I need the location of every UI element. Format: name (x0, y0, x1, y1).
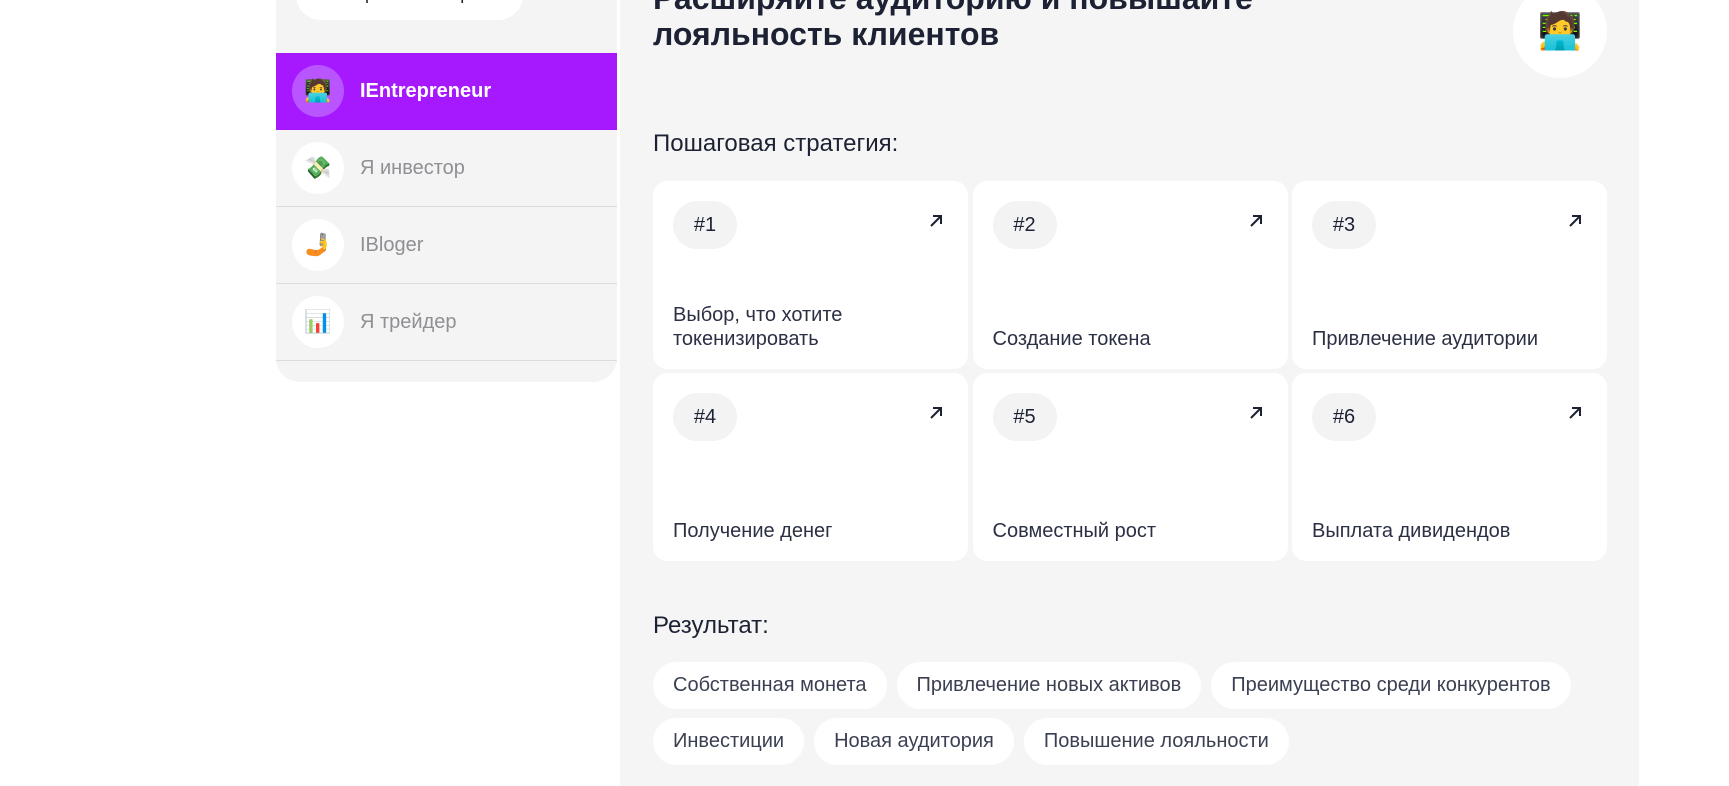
step-card-6[interactable]: #6 Выплата дивидендов (1292, 373, 1607, 561)
result-tag: Привлечение новых активов (896, 662, 1202, 709)
chart-icon: 📊 (292, 296, 344, 348)
step-text: Выбор, что хотите токенизировать (673, 304, 843, 350)
money-icon: 💸 (292, 142, 344, 194)
category-item-blogger[interactable]: 🤳 IBloger (276, 207, 617, 284)
category-list: 🧑‍💻 IEntrepreneur 💸 Я инвестор 🤳 IBloger… (276, 53, 617, 361)
category-item-investor[interactable]: 💸 Я инвестор (276, 130, 617, 207)
result-tags: Собственная монета Привлечение новых акт… (653, 662, 1613, 765)
result-tag: Инвестиции (653, 718, 805, 765)
arrow-up-right-icon (1249, 215, 1262, 227)
arrow-up-right-icon (1569, 407, 1581, 419)
step-number: #2 (992, 201, 1057, 249)
result-tag: Собственная монета (653, 662, 887, 709)
step-number: #4 (673, 393, 737, 441)
entrepreneur-avatar-icon: 🧑‍💻 (1513, 0, 1607, 78)
category-label: IEntrepreneur (360, 79, 492, 102)
step-card-5[interactable]: #5 Совместный рост (972, 373, 1288, 561)
page-title: Расширяйте аудиторию и повышайте лояльно… (653, 0, 1253, 52)
category-item-entrepreneur[interactable]: 🧑‍💻 IEntrepreneur (276, 53, 617, 130)
step-number: #6 (1312, 393, 1376, 441)
category-label: Я трейдер (360, 310, 457, 333)
step-text: Создание токена (992, 328, 1151, 350)
category-label: Я инвестор (360, 156, 465, 179)
category-sidebar: Выберите категорию: 🧑‍💻 IEntrepreneur 💸 … (276, 0, 617, 382)
arrow-up-right-icon (930, 407, 942, 419)
result-tag: Преимущество среди конкурентов (1211, 662, 1571, 709)
step-number: #3 (1312, 201, 1376, 249)
step-card-4[interactable]: #4 Получение денег (653, 373, 968, 561)
result-tag: Новая аудитория (814, 718, 1014, 765)
step-text: Совместный рост (992, 520, 1157, 542)
step-number: #5 (992, 393, 1057, 441)
step-text: Привлечение аудитории (1312, 328, 1539, 350)
strategy-steps: #1 Выбор, что хотите токенизировать #2 С… (653, 181, 1607, 561)
step-card-2[interactable]: #2 Создание токена (972, 181, 1288, 369)
result-heading: Результат: (653, 612, 769, 639)
main-panel: Расширяйте аудиторию и повышайте лояльно… (620, 0, 1639, 786)
select-category-label: Выберите категорию: (296, 0, 523, 20)
arrow-up-right-icon (1249, 407, 1262, 419)
category-label: IBloger (360, 233, 424, 256)
entrepreneur-icon: 🧑‍💻 (292, 65, 344, 117)
arrow-up-right-icon (1569, 215, 1581, 227)
result-tag: Повышение лояльности (1023, 718, 1289, 765)
step-text: Получение денег (673, 520, 833, 542)
step-card-1[interactable]: #1 Выбор, что хотите токенизировать (653, 181, 968, 369)
step-number: #1 (673, 201, 737, 249)
category-item-trader[interactable]: 📊 Я трейдер (276, 284, 617, 361)
step-card-3[interactable]: #3 Привлечение аудитории (1292, 181, 1607, 369)
step-text: Выплата дивидендов (1312, 520, 1511, 542)
arrow-up-right-icon (930, 215, 942, 227)
selfie-icon: 🤳 (292, 219, 344, 271)
strategy-heading: Пошаговая стратегия: (653, 130, 899, 157)
